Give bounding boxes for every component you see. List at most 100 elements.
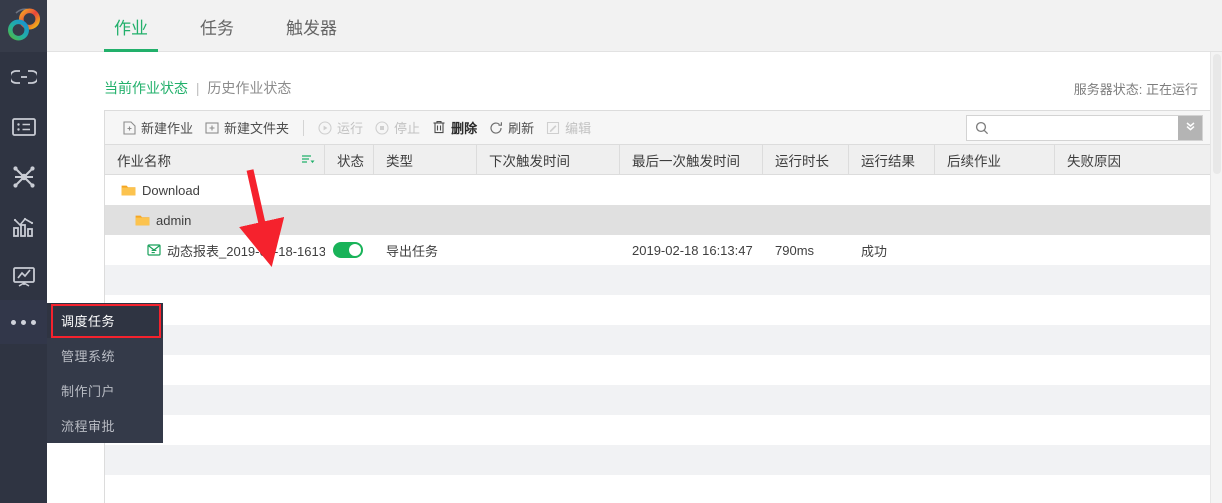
column-label: 后续作业	[947, 153, 1001, 169]
column-label: 作业名称	[117, 153, 171, 169]
column-header-type[interactable]: 类型	[374, 145, 477, 174]
flyout-item-make-portal[interactable]: 制作门户	[47, 373, 163, 408]
cell-job-name: admin	[105, 205, 325, 235]
table-row[interactable]	[105, 265, 1215, 295]
tab-label: 任务	[200, 18, 234, 38]
folder-icon	[121, 184, 136, 197]
top-navigation-bar: 作业 任务 触发器	[47, 0, 1222, 52]
new-folder-button[interactable]: 新建文件夹	[199, 116, 295, 140]
column-header-next-trigger[interactable]: 下次触发时间	[477, 145, 620, 174]
flyout-item-schedule-task[interactable]: 调度任务	[47, 303, 163, 338]
table-row[interactable]	[105, 295, 1215, 325]
tab-tasks[interactable]: 任务	[190, 0, 244, 52]
sidebar-flyout-menu: 调度任务 管理系统 制作门户 流程审批	[47, 303, 163, 443]
delete-button[interactable]: 删除	[426, 116, 483, 140]
flyout-item-manage-system[interactable]: 管理系统	[47, 338, 163, 373]
cell-next-job	[935, 235, 1055, 265]
run-label: 运行	[337, 121, 364, 136]
sidebar-item-list[interactable]	[0, 102, 47, 152]
application-root: 调度任务 管理系统 制作门户 流程审批 作业 任务 触发器 当前作业状态 | 历…	[0, 0, 1222, 503]
sort-icon[interactable]	[301, 153, 315, 169]
sidebar-item-network[interactable]	[0, 152, 47, 202]
flyout-item-label: 制作门户	[61, 384, 116, 399]
jobs-table-body: Download admin 动态报表_2019-02-18-161342 导出任务 2…	[105, 175, 1215, 503]
refresh-label: 刷新	[508, 121, 535, 136]
sidebar-more-button[interactable]	[0, 300, 47, 344]
trash-icon	[432, 120, 446, 135]
cell-duration: 790ms	[775, 242, 815, 258]
flyout-item-process-approval[interactable]: 流程审批	[47, 408, 163, 443]
jobs-toolbar: 新建作业 新建文件夹 运行 停止 删除 刷新 编辑	[105, 111, 1215, 145]
table-row[interactable]	[105, 325, 1215, 355]
subnav-separator: |	[195, 80, 200, 96]
cell-fail-reason	[1055, 175, 1215, 205]
cell-last-trigger	[620, 205, 763, 235]
table-row[interactable]: 动态报表_2019-02-18-161342 导出任务 2019-02-18 16:…	[105, 235, 1215, 265]
table-row[interactable]	[105, 475, 1215, 503]
table-row[interactable]	[105, 385, 1215, 415]
play-icon	[318, 120, 332, 135]
scrollbar-thumb[interactable]	[1213, 54, 1221, 174]
cell-duration	[763, 175, 849, 205]
tab-jobs[interactable]: 作业	[104, 0, 158, 52]
stop-label: 停止	[394, 121, 421, 136]
cell-type	[374, 175, 477, 205]
new-job-button[interactable]: 新建作业	[117, 116, 199, 140]
run-button[interactable]: 运行	[312, 116, 369, 140]
column-header-duration[interactable]: 运行时长	[763, 145, 849, 174]
delete-label: 删除	[451, 121, 478, 136]
more-dot	[11, 319, 16, 325]
cell-job-name: Download	[105, 175, 325, 205]
table-row[interactable]	[105, 415, 1215, 445]
search-input[interactable]	[989, 116, 1178, 140]
refresh-button[interactable]: 刷新	[483, 116, 540, 140]
toolbar-divider	[303, 119, 305, 136]
column-header-last-trigger[interactable]: 最后一次触发时间	[620, 145, 763, 174]
edit-label: 编辑	[565, 121, 592, 136]
table-row[interactable]: admin	[105, 205, 1215, 235]
search-dropdown-button[interactable]	[1178, 116, 1202, 140]
column-label: 状态	[337, 153, 364, 169]
cell-status	[325, 235, 374, 265]
tab-label: 触发器	[286, 18, 337, 38]
column-header-result[interactable]: 运行结果	[849, 145, 935, 174]
subnav-current-job-status[interactable]: 当前作业状态	[104, 80, 188, 96]
subnav-history-job-status[interactable]: 历史作业状态	[207, 80, 291, 96]
column-label: 下次触发时间	[489, 153, 570, 169]
app-logo[interactable]	[0, 0, 47, 52]
jobs-panel: 新建作业 新建文件夹 运行 停止 删除 刷新 编辑 作业名称 状态 类型 下次触…	[104, 110, 1216, 503]
cell-status	[325, 205, 374, 235]
column-header-status[interactable]: 状态	[325, 145, 374, 174]
column-header-fail-reason[interactable]: 失败原因	[1055, 145, 1215, 174]
cell-type	[374, 205, 477, 235]
flyout-item-label: 调度任务	[61, 314, 116, 329]
sidebar-item-presentation[interactable]	[0, 252, 47, 302]
item-label: 动态报表_2019-02-18-161342	[167, 243, 325, 259]
left-icon-rail	[0, 0, 47, 503]
table-row[interactable]	[105, 445, 1215, 475]
vertical-scrollbar[interactable]	[1210, 52, 1222, 503]
column-header-job-name[interactable]: 作业名称	[105, 145, 325, 174]
tab-triggers[interactable]: 触发器	[276, 0, 347, 52]
sidebar-item-bar-chart[interactable]	[0, 202, 47, 252]
toggle-knob	[349, 244, 361, 256]
edit-pencil-icon	[546, 121, 560, 135]
cell-result	[849, 175, 935, 205]
item-label: admin	[156, 212, 192, 228]
link-icon	[10, 68, 37, 86]
cell-next-trigger	[477, 235, 620, 265]
table-row[interactable]: Download	[105, 175, 1215, 205]
cell-job-name: 动态报表_2019-02-18-161342	[105, 235, 325, 265]
sidebar-item-link[interactable]	[0, 52, 47, 102]
column-label: 失败原因	[1067, 153, 1121, 169]
table-row[interactable]	[105, 355, 1215, 385]
main-tabs: 作业 任务 触发器	[104, 0, 379, 52]
stop-button[interactable]: 停止	[369, 116, 426, 140]
column-header-next-job[interactable]: 后续作业	[935, 145, 1055, 174]
status-toggle[interactable]	[333, 242, 363, 258]
edit-button[interactable]: 编辑	[540, 116, 597, 140]
chevron-double-down-icon	[1184, 119, 1197, 137]
column-label: 运行结果	[861, 153, 915, 169]
cell-last-trigger	[620, 175, 763, 205]
content-area: 当前作业状态 | 历史作业状态 服务器状态: 正在运行 新建作业 新建文件夹 运…	[47, 52, 1222, 503]
